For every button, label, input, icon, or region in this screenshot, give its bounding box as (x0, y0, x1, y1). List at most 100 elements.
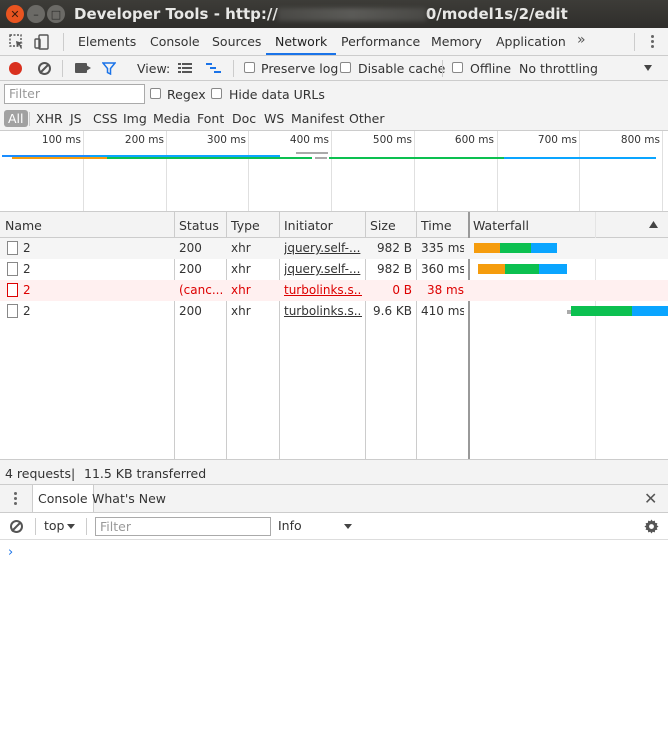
device-toolbar-icon[interactable] (33, 33, 51, 51)
column-header-waterfall[interactable]: Waterfall (473, 218, 529, 233)
column-header-initiator[interactable]: Initiator (284, 218, 333, 233)
tab-performance[interactable]: Performance (341, 28, 420, 55)
clear-console-icon[interactable] (10, 520, 23, 533)
hide-data-urls-label: Hide data URLs (229, 87, 325, 102)
title-bar: ✕ – □ Developer Tools - http:// 0/model1s… (0, 0, 668, 28)
console-prompt-chevron[interactable]: › (8, 545, 13, 560)
overview-tick-label: 500 ms (372, 134, 412, 146)
waterfall-bar-download (632, 306, 668, 316)
type-filter-ws[interactable]: WS (262, 110, 286, 127)
overview-bar (12, 157, 107, 159)
tabbar-divider-right (634, 33, 635, 51)
network-overview[interactable]: 100 ms 200 ms 300 ms 400 ms 500 ms 600 m… (0, 131, 668, 212)
type-divider (29, 112, 30, 126)
waterfall-bar-download-start (505, 264, 539, 274)
request-type: xhr (231, 262, 251, 276)
context-select[interactable]: top (44, 518, 64, 533)
large-rows-icon[interactable] (178, 62, 192, 74)
toolbar-divider-3 (442, 60, 443, 77)
waterfall-bar-waiting (478, 264, 505, 274)
minimize-window-button[interactable]: – (27, 5, 45, 23)
table-row[interactable]: 2 200 xhr jquery.self-... 982 B 360 ms (0, 259, 668, 280)
more-tabs-button[interactable]: » (577, 32, 586, 48)
tab-application[interactable]: Application (496, 28, 566, 55)
column-header-type[interactable]: Type (231, 218, 260, 233)
regex-checkbox[interactable] (150, 88, 161, 99)
disable-cache-checkbox[interactable] (340, 62, 351, 73)
record-button[interactable] (9, 62, 22, 75)
overview-gridline (83, 131, 84, 211)
request-size: 0 B (392, 283, 412, 297)
window-title-prefix: Developer Tools - http:// (74, 5, 278, 23)
overview-tick-label: 100 ms (41, 134, 81, 146)
console-settings-gear-icon[interactable] (644, 519, 659, 534)
tab-network[interactable]: Network (266, 28, 337, 55)
type-filter-img[interactable]: Img (121, 110, 149, 127)
close-drawer-icon[interactable]: ✕ (644, 489, 657, 508)
close-window-button[interactable]: ✕ (6, 5, 24, 23)
tab-memory[interactable]: Memory (431, 28, 482, 55)
request-status: 200 (179, 241, 202, 255)
request-status: (canc... (179, 283, 224, 297)
overview-gridline (497, 131, 498, 211)
toolbar-divider-2 (233, 60, 234, 77)
hide-data-urls-checkbox[interactable] (211, 88, 222, 99)
capture-screenshots-icon[interactable] (75, 63, 91, 73)
type-filter-font[interactable]: Font (195, 110, 226, 127)
throttling-select[interactable]: No throttling (519, 61, 598, 76)
type-filter-all[interactable]: All (4, 110, 28, 127)
table-row[interactable]: 2 200 xhr jquery.self-... 982 B 335 ms (0, 238, 668, 259)
type-filter-manifest[interactable]: Manifest (289, 110, 346, 127)
filter-input[interactable]: Filter (4, 84, 145, 104)
overview-waterfall-icon[interactable] (206, 62, 221, 74)
drawer-tab-console[interactable]: Console (32, 485, 94, 512)
filter-funnel-icon[interactable] (102, 62, 116, 75)
more-options-icon[interactable] (648, 35, 656, 49)
request-initiator[interactable]: turbolinks.s... (284, 304, 362, 318)
clear-button[interactable] (38, 62, 51, 75)
transferred-size: 11.5 KB transferred (84, 466, 207, 481)
type-filter-doc[interactable]: Doc (230, 110, 258, 127)
request-status: 200 (179, 304, 202, 318)
tab-console[interactable]: Console (150, 28, 200, 55)
throttling-dropdown-icon[interactable] (644, 65, 652, 71)
overview-bar (329, 157, 504, 159)
preserve-log-label: Preserve log (261, 61, 339, 76)
tab-sources[interactable]: Sources (212, 28, 261, 55)
offline-checkbox[interactable] (452, 62, 463, 73)
table-row[interactable]: 2 (canc... xhr turbolinks.s... 0 B 38 ms (0, 280, 668, 301)
maximize-window-button[interactable]: □ (47, 5, 65, 23)
drawer-menu-icon[interactable] (14, 492, 18, 506)
file-icon (7, 304, 18, 318)
log-level-dropdown-icon[interactable] (344, 524, 352, 529)
preserve-log-checkbox[interactable] (244, 62, 255, 73)
log-level-select[interactable]: Info (278, 518, 302, 533)
tabbar-divider (63, 33, 64, 51)
column-header-status[interactable]: Status (179, 218, 219, 233)
column-header-name[interactable]: Name (5, 218, 42, 233)
request-initiator[interactable]: jquery.self-... (284, 262, 362, 276)
overview-tick-label: 300 ms (206, 134, 246, 146)
drawer-tab-whats-new[interactable]: What's New (87, 485, 171, 512)
type-filter-xhr[interactable]: XHR (34, 110, 65, 127)
console-filter-input[interactable]: Filter (95, 517, 271, 536)
context-dropdown-icon[interactable] (67, 524, 75, 529)
table-row[interactable]: 2 200 xhr turbolinks.s... 9.6 KB 410 ms (0, 301, 668, 322)
request-name: 2 (23, 241, 31, 255)
network-toolbar: View: Preserve log Disable cache Offline… (0, 56, 668, 81)
type-filter-other[interactable]: Other (347, 110, 387, 127)
overview-gridline (414, 131, 415, 211)
column-header-time[interactable]: Time (421, 218, 452, 233)
column-header-size[interactable]: Size (370, 218, 396, 233)
request-count: 4 requests (5, 466, 71, 481)
type-filter-css[interactable]: CSS (91, 110, 120, 127)
type-filter-js[interactable]: JS (68, 110, 84, 127)
sort-ascending-icon[interactable] (649, 221, 658, 228)
request-initiator[interactable]: jquery.self-... (284, 241, 362, 255)
tab-elements[interactable]: Elements (78, 28, 136, 55)
request-time: 360 ms (421, 262, 464, 276)
file-icon (7, 283, 18, 297)
request-initiator[interactable]: turbolinks.s... (284, 283, 362, 297)
inspect-element-icon[interactable] (8, 33, 26, 51)
type-filter-media[interactable]: Media (151, 110, 193, 127)
